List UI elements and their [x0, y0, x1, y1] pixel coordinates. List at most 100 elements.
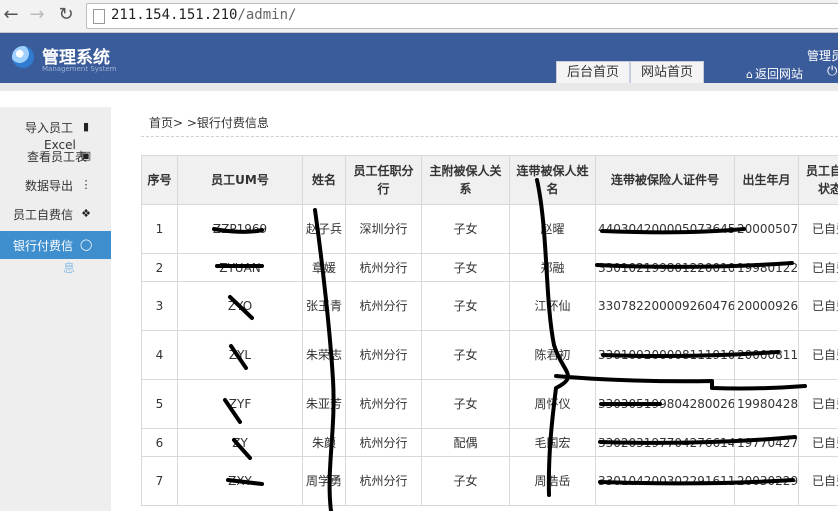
cell-col-branch: 杭州分行 — [345, 428, 422, 457]
cell-col-um: ZY — [177, 428, 303, 457]
header-col-um: 员工UM号 — [177, 155, 303, 205]
home-icon: ⌂ — [746, 68, 753, 81]
cell-col-status: 已自费 — [798, 379, 838, 429]
cell-col-um: ZYO — [177, 281, 303, 331]
back-arrow-icon[interactable]: ← — [1, 4, 21, 26]
cell-col-birth: 20030229 — [734, 456, 799, 506]
breadcrumb: 首页> >银行付费信息 — [149, 116, 269, 130]
cell-col-relation: 子女 — [421, 253, 510, 282]
cell-col-branch: 杭州分行 — [345, 253, 422, 282]
sidebar-item-employee-selfpay[interactable]: 员工自费信 ❖ — [0, 200, 111, 228]
cell-col-relative-name: 郑融 — [509, 253, 596, 282]
cell-col-name: 周学勇 — [302, 456, 346, 506]
cell-col-status: 已自费 — [798, 204, 838, 254]
cell-col-relation: 子女 — [421, 330, 510, 380]
cell-col-branch: 杭州分行 — [345, 281, 422, 331]
cell-col-relation: 子女 — [421, 281, 510, 331]
header-col-status: 员工自费状态 — [798, 155, 838, 205]
cell-col-um: ZYUAN — [177, 253, 303, 282]
cell-col-id-number: 330104200302291611 — [595, 456, 735, 506]
cell-col-status: 已自费 — [798, 456, 838, 506]
cell-col-um: ZXY — [177, 456, 303, 506]
cell-col-birth: 20000926 — [734, 281, 799, 331]
cell-col-seq: 6 — [141, 428, 178, 457]
cell-col-relative-name: 赵曜 — [509, 204, 596, 254]
cell-col-birth: 19980428 — [734, 379, 799, 429]
return-site-link[interactable]: ⌂ 返回网站 — [746, 65, 803, 82]
url-host: 211.154.151.210 — [111, 7, 238, 23]
car-icon: ▣ — [80, 149, 92, 162]
cell-col-birth: 19770427 — [734, 428, 799, 457]
cell-col-birth: 19980122 — [734, 253, 799, 282]
return-site-label: 返回网站 — [754, 67, 803, 81]
table-header-row: 序号 员工UM号 姓名 员工任职分行 主附被保人关系 连带被保人姓名 连带被保险人证件号 出生… — [141, 155, 838, 205]
tab-admin-home[interactable]: 后台首页 — [556, 61, 631, 84]
cell-col-status: 已自费 — [798, 281, 838, 331]
table-row: 6 ZY 朱颜 杭州分行 配偶 毛国宏 330203197704276614 19770427… — [141, 428, 838, 457]
cell-col-id-number: 330109200008111910 — [595, 330, 735, 380]
power-icon[interactable]: ⏻ — [827, 64, 837, 79]
tab-site-home[interactable]: 网站首页 — [630, 61, 705, 84]
cell-col-name: 赵子兵 — [302, 204, 346, 254]
cell-col-relative-name: 江怀仙 — [509, 281, 596, 331]
cell-col-relation: 子女 — [421, 379, 510, 429]
cell-col-um: ZYF — [177, 379, 303, 429]
sidebar-item-label: 数据导出 — [24, 179, 73, 193]
cell-col-name: 朱荣志 — [302, 330, 346, 380]
cell-col-status: 已自费 — [798, 253, 838, 282]
cell-col-relative-name: 陈君初 — [509, 330, 596, 380]
app-header: 管理系统 Management System 后台首页 网站首页 管理员 ⌂ 返回… — [0, 33, 838, 84]
sidebar-overflow-excel: Excel — [44, 138, 76, 152]
table-row: 7 ZXY 周学勇 杭州分行 子女 周浩岳 330104200302291611 200302… — [141, 456, 838, 506]
doc-icon: ▮ — [82, 120, 90, 133]
cell-col-birth: 20000811 — [734, 330, 799, 380]
cell-col-relative-name: 周怀仪 — [509, 379, 596, 429]
header-col-birth: 出生年月 — [734, 155, 799, 205]
bars-icon: ⋮ — [80, 178, 92, 191]
sidebar-item-import-employees[interactable]: 导入员工 ▮ — [0, 113, 111, 141]
header-col-seq: 序号 — [141, 155, 178, 205]
cell-col-seq: 1 — [141, 204, 178, 254]
header-col-id-number: 连带被保险人证件号 — [595, 155, 735, 205]
comment-icon: ◯ — [80, 238, 93, 251]
header-col-relative-name: 连带被保人姓名 — [509, 155, 596, 205]
admin-user-label: 管理员 — [807, 49, 838, 63]
cell-col-relative-name: 毛国宏 — [509, 428, 596, 457]
cell-col-name: 朱颜 — [302, 428, 346, 457]
cell-col-seq: 4 — [141, 330, 178, 380]
cell-col-branch: 杭州分行 — [345, 330, 422, 380]
cell-col-status: 已自费 — [798, 330, 838, 380]
table-body: 1 ZZP1969 赵子兵 深圳分行 子女 赵曜 440304200005073645 200… — [141, 204, 838, 506]
cell-col-seq: 5 — [141, 379, 178, 429]
cell-col-id-number: 440304200005073645 — [595, 204, 735, 254]
cell-col-name: 章媛 — [302, 253, 346, 282]
page-icon — [93, 9, 105, 24]
url-path: /admin/ — [237, 7, 297, 23]
bank-payment-table: 序号 员工UM号 姓名 员工任职分行 主附被保人关系 连带被保人姓名 连带被保险人证件号 出生… — [141, 155, 838, 506]
cell-col-seq: 3 — [141, 281, 178, 331]
sidebar-item-bank-payment[interactable]: 银行付费信 ◯ — [0, 231, 111, 259]
table-row: 1 ZZP1969 赵子兵 深圳分行 子女 赵曜 440304200005073645 200… — [141, 204, 838, 254]
cell-col-seq: 2 — [141, 253, 178, 282]
header-col-relation: 主附被保人关系 — [421, 155, 510, 205]
cell-col-branch: 深圳分行 — [345, 204, 422, 254]
header-col-branch: 员工任职分行 — [345, 155, 422, 205]
header-col-name: 姓名 — [302, 155, 346, 205]
address-bar[interactable]: 211.154.151.210/admin/ — [86, 3, 838, 29]
sidebar-item-label: 员工自费信 — [12, 208, 73, 222]
sidebar: 导入员工 ▮ 查看员工表 ▣ 数据导出 ⋮ 员工自费信 ❖ 银行付费信 ◯ — [0, 107, 111, 511]
forward-arrow-icon[interactable]: → — [27, 4, 47, 26]
header-divider — [0, 83, 838, 91]
cell-col-seq: 7 — [141, 456, 178, 506]
app-subtitle: Management System — [42, 65, 117, 73]
cell-col-branch: 杭州分行 — [345, 379, 422, 429]
tag-icon: ❖ — [81, 207, 91, 220]
cell-col-relation: 子女 — [421, 456, 510, 506]
reload-icon[interactable]: ↻ — [56, 4, 76, 26]
sidebar-item-label: 导入员工 — [24, 121, 73, 135]
cell-col-name: 朱亚芳 — [302, 379, 346, 429]
sidebar-item-data-export[interactable]: 数据导出 ⋮ — [0, 171, 111, 199]
cell-col-relation: 子女 — [421, 204, 510, 254]
address-url[interactable]: 211.154.151.210/admin/ — [111, 7, 296, 23]
cell-col-id-number: 330203197704276614 — [595, 428, 735, 457]
